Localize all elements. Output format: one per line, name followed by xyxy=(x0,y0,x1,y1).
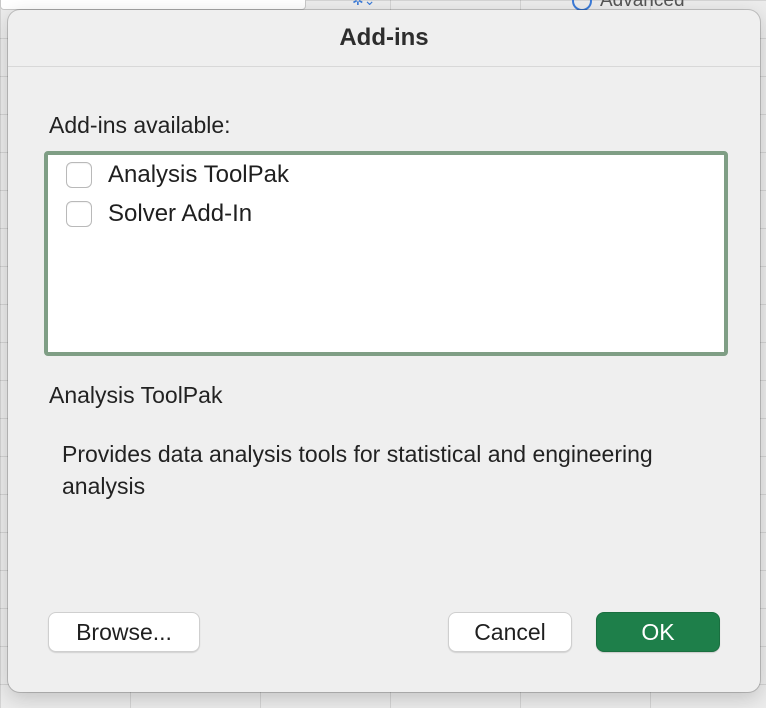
dialog-title: Add-ins xyxy=(339,24,429,51)
addin-item-analysis-toolpak[interactable]: Analysis ToolPak xyxy=(66,160,289,190)
sort-icon: ✲⌄ xyxy=(352,0,376,8)
browse-button[interactable]: Browse... xyxy=(48,612,200,652)
dialog-titlebar: Add-ins xyxy=(8,10,760,67)
ok-button[interactable]: OK xyxy=(596,612,720,652)
solver-add-in-checkbox[interactable] xyxy=(66,201,92,227)
addin-item-label: Solver Add-In xyxy=(108,200,253,227)
analysis-toolpak-checkbox[interactable] xyxy=(66,162,92,188)
add-ins-dialog: Add-ins Add-ins available: Analysis Tool… xyxy=(8,10,760,692)
add-ins-available-label: Add-ins available: xyxy=(49,112,231,138)
background-input-field xyxy=(0,0,306,10)
add-ins-list[interactable]: Analysis ToolPak Solver Add-In xyxy=(44,151,728,356)
addin-item-label: Analysis ToolPak xyxy=(108,161,289,188)
cancel-button[interactable]: Cancel xyxy=(448,612,572,652)
selected-addin-name: Analysis ToolPak xyxy=(49,382,223,408)
selected-addin-description: Provides data analysis tools for statist… xyxy=(62,441,653,499)
addin-item-solver[interactable]: Solver Add-In xyxy=(66,199,252,229)
